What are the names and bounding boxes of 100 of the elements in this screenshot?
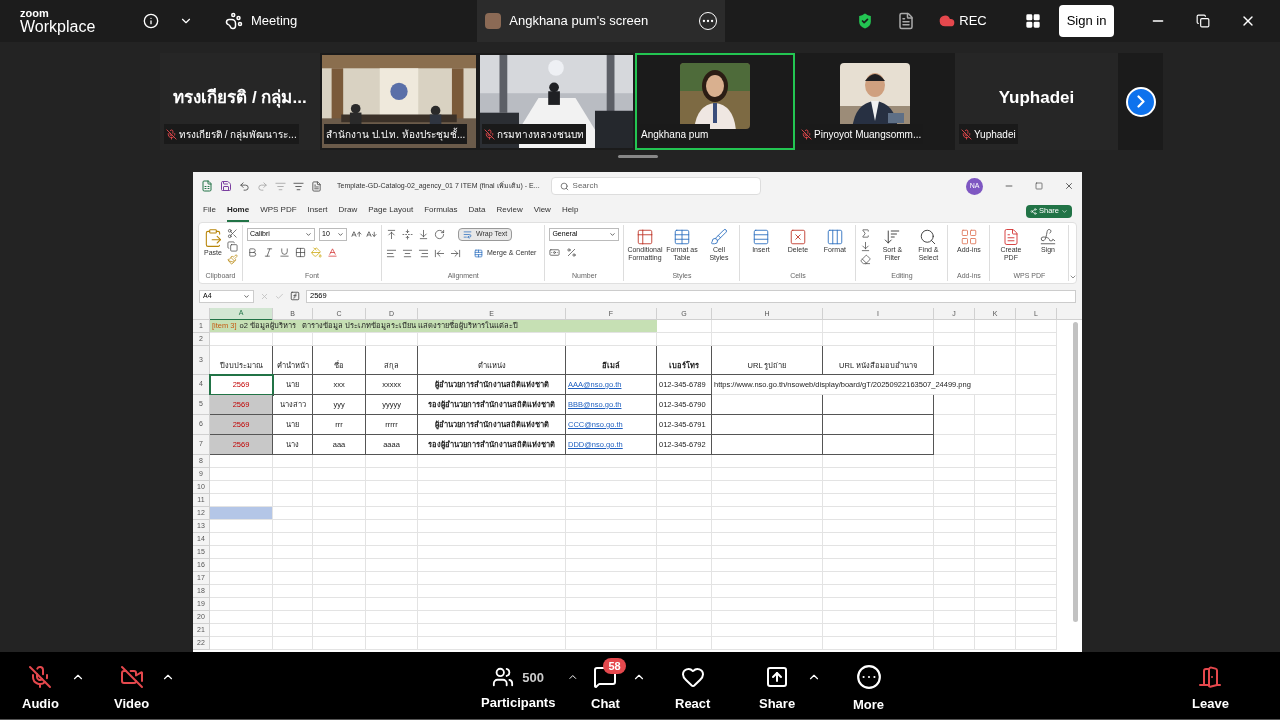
align-left-icon[interactable]	[386, 248, 397, 259]
italic-icon[interactable]	[263, 247, 274, 258]
chevron-down-icon	[243, 292, 250, 300]
toolbar-button[interactable]: Video	[102, 657, 162, 714]
ribbon-tab[interactable]: View	[533, 200, 551, 222]
undo-icon[interactable]	[239, 180, 250, 192]
align-bottom-icon[interactable]	[418, 229, 429, 240]
pdf-icon	[1001, 228, 1020, 246]
more-icon	[855, 664, 882, 691]
toolbar-button[interactable]: Audio	[10, 657, 71, 714]
fill-color-icon[interactable]	[311, 247, 322, 258]
ribbon-tab[interactable]: Data	[468, 200, 486, 222]
toolbar-button[interactable]: Share	[747, 657, 808, 714]
meeting-button[interactable]: Meeting	[225, 11, 298, 31]
redo-icon[interactable]	[257, 180, 268, 192]
share-icon	[1030, 207, 1037, 215]
align-top-icon[interactable]	[386, 229, 397, 240]
document-icon[interactable]	[897, 12, 916, 30]
align-middle-icon[interactable]	[402, 229, 413, 240]
ribbon-tab[interactable]: Review	[496, 200, 523, 222]
screen-share-tab[interactable]: Angkhana pum's screen	[477, 0, 726, 42]
increase-indent-icon[interactable]	[450, 248, 461, 259]
empty-cell[interactable]	[712, 415, 823, 435]
participant-label: สำนักงาน ป.ป.ท. ห้องประชุมชั้...	[326, 126, 466, 142]
percent-icon[interactable]	[566, 247, 578, 258]
empty-cell	[934, 346, 975, 375]
cancel-icon[interactable]	[260, 291, 269, 301]
ribbon-tab[interactable]: Help	[561, 200, 579, 222]
participant-label: Angkhana pum	[641, 127, 709, 142]
tab-label: Angkhana pum's screen	[509, 12, 650, 31]
font-color-icon[interactable]	[327, 247, 338, 258]
logo-text: zoom	[20, 7, 50, 19]
scrollbar[interactable]	[1073, 322, 1078, 622]
underline-icon[interactable]	[279, 247, 290, 258]
toolbar-button[interactable]: Leave	[1180, 657, 1241, 714]
chevron-down-icon	[1061, 207, 1068, 215]
sum-icon[interactable]	[860, 228, 872, 239]
align-center-icon[interactable]	[402, 248, 413, 259]
toolbar-button[interactable]: 58 Chat	[579, 657, 632, 714]
empty-cell[interactable]	[823, 395, 934, 415]
paintbrush-icon[interactable]	[227, 254, 238, 265]
document-icon[interactable]	[311, 180, 322, 192]
borders-icon[interactable]	[295, 247, 306, 258]
align-right-icon[interactable]	[418, 248, 429, 259]
toolbar-button[interactable]: 500 Participants	[469, 658, 568, 713]
people-icon	[492, 666, 515, 689]
empty-cell[interactable]	[712, 395, 823, 415]
search-field[interactable]: Search	[550, 177, 761, 195]
logo-text: Workplace	[20, 18, 97, 35]
eraser-icon[interactable]	[860, 254, 872, 265]
shrink-font-icon[interactable]	[366, 229, 377, 240]
bold-icon[interactable]	[247, 247, 258, 258]
save-icon[interactable]	[220, 180, 232, 192]
cut-icon[interactable]	[227, 228, 238, 239]
apps-icon[interactable]	[1024, 13, 1041, 29]
empty-cell[interactable]	[823, 415, 934, 435]
chevron-down-icon	[609, 231, 617, 238]
empty-cell	[1016, 346, 1057, 375]
check-icon[interactable]	[275, 291, 284, 301]
ribbon-tab[interactable]: Insert	[307, 200, 328, 222]
toolbar-button[interactable]: React	[663, 657, 723, 714]
heart-icon	[680, 665, 705, 690]
ribbon-tab[interactable]: WPS PDF	[260, 200, 297, 222]
fill-icon[interactable]	[860, 241, 872, 252]
unread-badge: 58	[603, 658, 626, 675]
currency-icon[interactable]	[549, 247, 561, 258]
next-page-button[interactable]	[1125, 86, 1156, 117]
avatar	[485, 13, 502, 29]
filter-icon[interactable]	[293, 180, 304, 192]
toolbar-button[interactable]: More	[841, 656, 897, 715]
clipboard-icon	[203, 228, 223, 248]
empty-cell[interactable]	[712, 435, 823, 455]
record-button[interactable]: REC	[939, 11, 987, 31]
search-icon	[919, 228, 938, 246]
info-icon[interactable]	[143, 13, 159, 29]
collapse-ribbon-icon[interactable]	[1069, 273, 1076, 281]
maximize-icon[interactable]	[1035, 182, 1043, 190]
signature-icon	[1038, 228, 1057, 246]
orientation-icon[interactable]	[434, 229, 445, 240]
ribbon-tab[interactable]: Formulas	[424, 200, 458, 222]
search-placeholder: Search	[572, 180, 598, 192]
empty-cell	[975, 320, 1016, 333]
brush-icon	[709, 228, 728, 246]
drag-handle[interactable]	[618, 154, 658, 158]
copy-icon[interactable]	[227, 241, 238, 252]
ribbon-tab[interactable]: File	[203, 200, 216, 222]
restore-icon[interactable]	[1196, 14, 1211, 28]
share-screen-icon	[765, 665, 790, 690]
highlighted-cell[interactable]	[210, 507, 273, 520]
columns-icon	[825, 228, 844, 246]
empty-cell[interactable]	[823, 435, 934, 455]
grow-font-icon[interactable]	[351, 229, 362, 240]
sign-in-button[interactable]: Sign in	[1058, 5, 1115, 37]
function-icon[interactable]	[290, 291, 300, 301]
ribbon-tab[interactable]: Draw	[338, 200, 358, 222]
cloud-icon	[939, 13, 956, 29]
table-delete-icon	[788, 228, 807, 246]
wrap-text-icon	[463, 230, 472, 239]
ribbon-tab[interactable]: Page Layout	[368, 200, 414, 222]
decrease-indent-icon[interactable]	[434, 248, 445, 259]
